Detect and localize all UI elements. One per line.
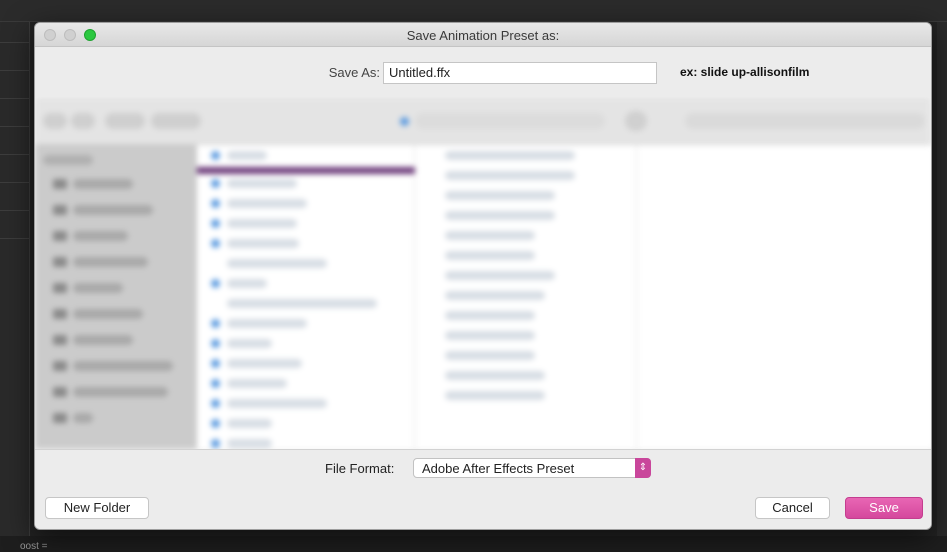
file-browser-selection-highlight [197, 167, 415, 174]
background-app-bottom-text: oost = [20, 541, 48, 552]
file-browser-column-1 [197, 145, 415, 449]
save-as-input[interactable]: Untitled.ffx [383, 62, 657, 84]
cancel-button[interactable]: Cancel [755, 497, 830, 519]
file-browser[interactable] [35, 97, 931, 449]
file-format-row: File Format: Adobe After Effects Preset … [35, 449, 931, 485]
dialog-titlebar: Save Animation Preset as: [35, 23, 931, 47]
background-app-right-panel [937, 22, 947, 542]
file-format-value: Adobe After Effects Preset [422, 461, 575, 476]
chevron-up-down-icon[interactable]: ⇕ [635, 458, 651, 478]
save-preset-dialog: Save Animation Preset as: Save As: Untit… [34, 22, 932, 530]
file-format-select[interactable]: Adobe After Effects Preset ⇕ [413, 458, 651, 478]
background-app-topbar [0, 0, 947, 22]
background-app-left-panel [0, 22, 30, 542]
file-browser-column-2 [415, 145, 637, 449]
file-format-label: File Format: [325, 461, 395, 476]
file-browser-sidebar [35, 145, 197, 449]
save-as-label: Save As: [328, 65, 380, 80]
file-browser-toolbar [35, 97, 931, 145]
dialog-button-row: New Folder Cancel Save [35, 485, 931, 529]
save-button[interactable]: Save [845, 497, 923, 519]
dialog-title: Save Animation Preset as: [406, 28, 560, 43]
file-browser-column-3 [637, 145, 931, 449]
background-app-bottom-bar [0, 536, 947, 552]
new-folder-button[interactable]: New Folder [45, 497, 149, 519]
save-as-hint: ex: slide up-allisonfilm [680, 65, 810, 79]
save-as-row: Save As: Untitled.ffx ex: slide up-allis… [35, 47, 931, 97]
file-browser-blurred-content [35, 97, 931, 449]
